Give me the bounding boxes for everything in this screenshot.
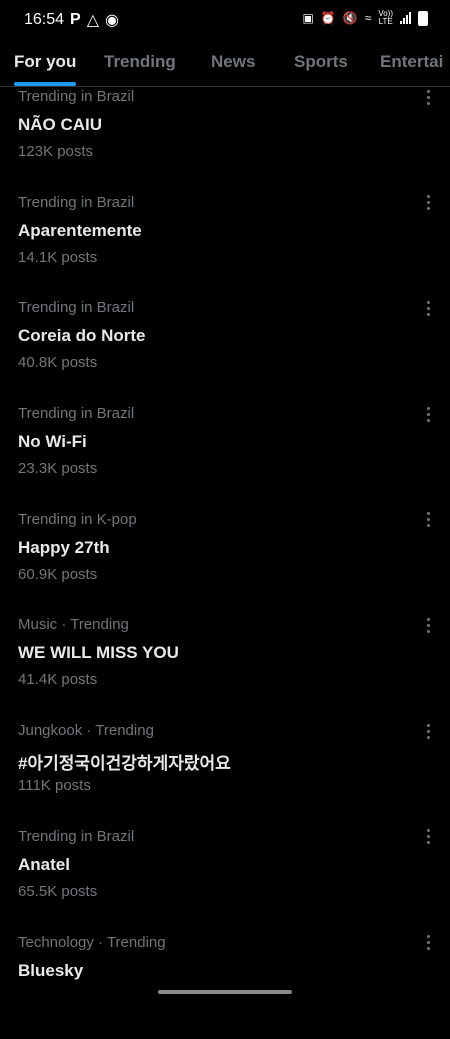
mute-icon: 🔇 xyxy=(343,11,358,25)
trend-item[interactable]: Jungkook · Trending #아기정국이건강하게자랐어요 111K … xyxy=(0,722,450,828)
trend-context: Trending in Brazil xyxy=(18,405,134,422)
active-tab-indicator xyxy=(14,82,76,86)
battery-saver-icon: ▣ xyxy=(302,11,313,25)
pinterest-icon: P xyxy=(70,11,81,29)
trend-title: Anatel xyxy=(18,855,70,875)
trend-title: Coreia do Norte xyxy=(18,326,146,346)
tab-entertainment[interactable]: Entertai xyxy=(380,52,443,72)
trend-post-count: 23.3K posts xyxy=(18,460,97,477)
status-bar: 16:54 P △ ◉ ▣ ⏰ 🔇 ≈ Vo))LTE xyxy=(0,0,450,40)
more-options-icon[interactable] xyxy=(420,194,436,212)
trend-item[interactable]: Trending in Brazil Anatel 65.5K posts xyxy=(0,828,450,934)
notification-icon: △ xyxy=(87,10,99,30)
volte-indicator: Vo))LTE xyxy=(378,10,393,26)
trend-item[interactable]: Trending in Brazil No Wi-Fi 23.3K posts xyxy=(0,405,450,511)
trend-item[interactable]: Trending in K-pop Happy 27th 60.9K posts xyxy=(0,511,450,617)
trend-item[interactable]: Trending in Brazil NÃO CAIU 123K posts xyxy=(0,88,450,194)
tab-for-you[interactable]: For you xyxy=(14,52,76,72)
more-options-icon[interactable] xyxy=(420,934,436,952)
trend-item[interactable]: Trending in Brazil Coreia do Norte 40.8K… xyxy=(0,299,450,405)
trend-post-count: 14.1K posts xyxy=(18,249,97,266)
trend-title: Happy 27th xyxy=(18,538,110,558)
trend-context: Trending in Brazil xyxy=(18,194,134,211)
trend-context: Trending in Brazil xyxy=(18,299,134,316)
more-options-icon[interactable] xyxy=(420,828,436,846)
more-options-icon[interactable] xyxy=(420,511,436,529)
status-time: 16:54 xyxy=(24,11,64,29)
tab-trending[interactable]: Trending xyxy=(104,52,176,72)
more-options-icon[interactable] xyxy=(420,299,436,317)
more-options-icon[interactable] xyxy=(420,616,436,634)
trend-context: Jungkook · Trending xyxy=(18,722,154,739)
wifi-icon: ≈ xyxy=(365,11,372,25)
trend-post-count: 41.4K posts xyxy=(18,671,97,688)
trend-title: Bluesky xyxy=(18,961,83,981)
trend-post-count: 60.9K posts xyxy=(18,566,97,583)
trend-list: Trending in Brazil NÃO CAIU 123K posts T… xyxy=(0,88,450,1039)
trend-context: Technology · Trending xyxy=(18,934,166,951)
trend-post-count: 123K posts xyxy=(18,143,93,160)
home-indicator[interactable] xyxy=(158,990,292,994)
tab-news[interactable]: News xyxy=(211,52,255,72)
more-options-icon[interactable] xyxy=(420,88,436,106)
trend-context: Trending in Brazil xyxy=(18,828,134,845)
trend-title: WE WILL MISS YOU xyxy=(18,643,179,663)
more-options-icon[interactable] xyxy=(420,405,436,423)
more-options-icon[interactable] xyxy=(420,722,436,740)
shazam-icon: ◉ xyxy=(105,10,119,30)
tab-bar: For you Trending News Sports Entertai xyxy=(0,40,450,87)
trend-post-count: 111K posts xyxy=(18,777,91,794)
trend-post-count: 65.5K posts xyxy=(18,883,97,900)
trend-item[interactable]: Technology · Trending Bluesky xyxy=(0,934,450,1039)
trend-context: Music · Trending xyxy=(18,616,129,633)
trend-title: Aparentemente xyxy=(18,221,142,241)
trend-title: NÃO CAIU xyxy=(18,115,102,135)
trend-context: Trending in Brazil xyxy=(18,88,134,105)
trend-item[interactable]: Music · Trending WE WILL MISS YOU 41.4K … xyxy=(0,616,450,722)
trend-title: No Wi-Fi xyxy=(18,432,87,452)
tab-sports[interactable]: Sports xyxy=(294,52,348,72)
trend-title: #아기정국이건강하게자랐어요 xyxy=(18,749,231,774)
battery-icon xyxy=(418,11,428,26)
trend-item[interactable]: Trending in Brazil Aparentemente 14.1K p… xyxy=(0,194,450,300)
trend-post-count: 40.8K posts xyxy=(18,354,97,371)
trend-context: Trending in K-pop xyxy=(18,511,137,528)
alarm-icon: ⏰ xyxy=(321,11,336,25)
signal-icon xyxy=(400,12,411,24)
